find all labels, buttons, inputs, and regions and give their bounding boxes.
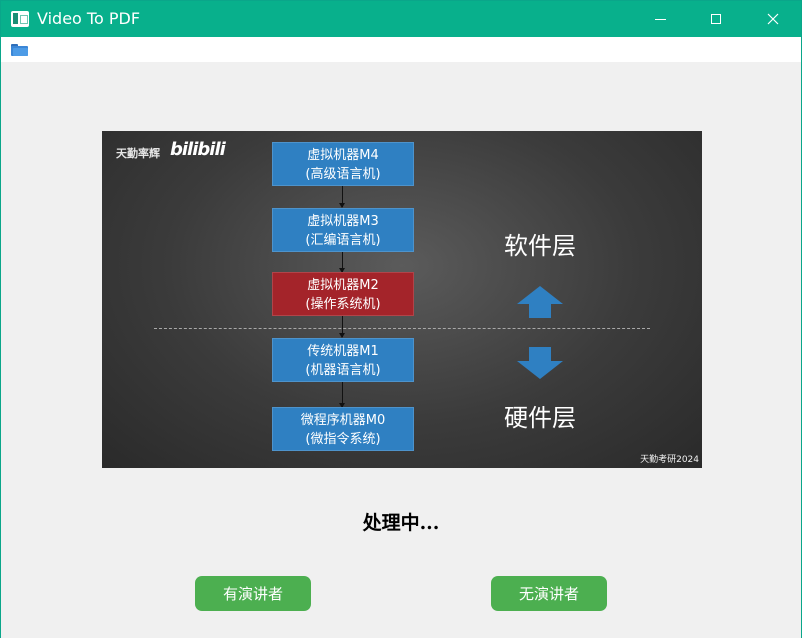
maximize-icon — [711, 14, 721, 24]
folder-icon[interactable] — [11, 44, 28, 56]
layer-divider — [154, 328, 650, 329]
frame-watermark: 天勤率辉 — [116, 147, 160, 160]
menu-bar — [1, 37, 801, 62]
flow-arrow — [339, 186, 345, 208]
app-window: Video To PDF 天勤率辉 bilibili 虚拟机器M4 (高级语言机)… — [0, 0, 802, 638]
frame-credit: 天勤考研2024 — [640, 455, 699, 465]
title-bar[interactable]: Video To PDF — [1, 1, 801, 37]
close-icon — [767, 13, 779, 25]
app-icon — [11, 11, 29, 27]
machine-box-m4: 虚拟机器M4 (高级语言机) — [272, 142, 414, 186]
machine-box-m3: 虚拟机器M3 (汇编语言机) — [272, 208, 414, 252]
frame-brand-logo: bilibili — [170, 139, 226, 160]
software-layer-label: 软件层 — [504, 232, 576, 260]
machine-box-m2: 虚拟机器M2 (操作系统机) — [272, 272, 414, 316]
window-title: Video To PDF — [37, 9, 141, 28]
close-button[interactable] — [750, 1, 796, 37]
maximize-button[interactable] — [693, 1, 739, 37]
minimize-icon — [654, 18, 666, 20]
flow-arrow — [339, 252, 345, 273]
main-content: 天勤率辉 bilibili 虚拟机器M4 (高级语言机) 虚拟机器M3 (汇编语言机… — [1, 62, 801, 638]
arrow-down-icon — [517, 347, 563, 379]
hardware-layer-label: 硬件层 — [504, 404, 576, 432]
machine-box-m1: 传统机器M1 (机器语言机) — [272, 338, 414, 382]
flow-arrow — [339, 316, 345, 338]
video-frame-preview: 天勤率辉 bilibili 虚拟机器M4 (高级语言机) 虚拟机器M3 (汇编语言机… — [102, 131, 702, 468]
minimize-button[interactable] — [637, 1, 683, 37]
machine-box-m0: 微程序机器M0 (微指令系统) — [272, 407, 414, 451]
arrow-up-icon — [517, 286, 563, 318]
flow-arrow — [339, 382, 345, 408]
processing-status: 处理中... — [362, 512, 440, 534]
without-speaker-button[interactable]: 无演讲者 — [491, 576, 607, 611]
with-speaker-button[interactable]: 有演讲者 — [195, 576, 311, 611]
